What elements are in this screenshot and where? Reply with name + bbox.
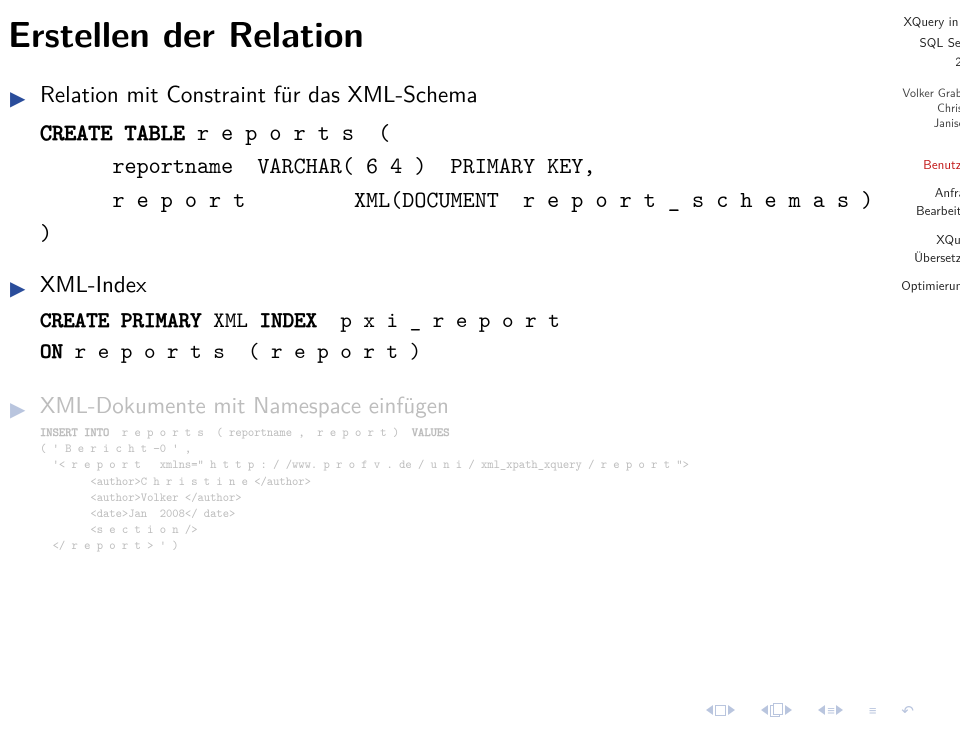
nav-section[interactable]: ≡: [818, 701, 843, 720]
next-frame-icon: [728, 705, 735, 715]
sidebar: XQuery in MS SQL Server 2005 Volker Grab…: [893, 0, 960, 735]
nav-benutzung[interactable]: Benutzung: [901, 156, 960, 174]
item1-text: Relation mit Constraint für das XML-Sche…: [40, 76, 478, 110]
page-title: Erstellen der Relation: [0, 0, 873, 78]
code-insert: INSERT INTO r e p o r t s ( reportname ,…: [40, 424, 873, 554]
kw-xml: XML: [213, 305, 248, 334]
frame-icon: [715, 705, 726, 716]
item2-text: XML-Index: [40, 266, 147, 300]
kw-create-primary: CREATE PRIMARY: [40, 305, 213, 334]
sidebar-title-2: SQL Server 2005: [901, 33, 960, 71]
next-sub-icon: [785, 705, 792, 715]
nav-doc[interactable]: ≡: [869, 701, 876, 720]
sidebar-nav: Benutzung Anfrage- Bearbeitung XQuery- Ü…: [901, 156, 960, 295]
author-2: Christine Janischek: [901, 100, 960, 130]
nav-xquery-l2: Übersetzung: [914, 248, 960, 267]
sidebar-authors: Volker Grabsch, Christine Janischek: [901, 85, 960, 130]
back-arrow-icon: ↶: [901, 699, 914, 721]
lines-icon: ≡: [827, 701, 834, 720]
prev-frame-icon: [706, 705, 713, 715]
lines-icon: ≡: [869, 701, 876, 720]
nav-back[interactable]: ↶: [901, 699, 914, 721]
triangle-bullet-icon: ▶: [10, 274, 25, 301]
kw-on: ON: [40, 336, 63, 365]
c3l7: <s e c t i o n />: [40, 521, 198, 537]
code-create-index: CREATE PRIMARY XML INDEX p x i _ r e p o…: [40, 305, 873, 367]
footer-nav: ≡ ≡ ↶: [706, 699, 914, 721]
c3l5: <author>Volker </author>: [40, 489, 242, 505]
c2l1d: p x i _ r e p o r t: [317, 305, 560, 334]
c1l2: reportname VARCHAR( 6 4 ) PRIMARY KEY,: [40, 151, 595, 181]
triangle-bullet-icon: ▶: [10, 395, 25, 422]
nav-optimierungen[interactable]: Optimierungen: [901, 277, 960, 295]
bullet-item-1: ▶ Relation mit Constraint für das XML-Sc…: [40, 78, 873, 250]
c1l3: r e p o r t XML(DOCUMENT r e p o r t _ s…: [40, 185, 873, 215]
triangle-bullet-icon: ▶: [10, 84, 25, 111]
c3l8: </ r e p o r t > ' ): [40, 537, 179, 553]
stack-icon: [770, 703, 783, 717]
c3l4: <author>C h r i s t i n e </author>: [40, 473, 311, 489]
nav-frame[interactable]: [706, 705, 735, 716]
c3l2: ( ' B e r i c h t −0 ' ,: [40, 440, 191, 456]
nav-xquery[interactable]: XQuery- Übersetzung: [901, 231, 960, 267]
c1l1b: r e p o r t s (: [185, 118, 390, 148]
c3l6: <date>Jan 2008</ date>: [40, 505, 235, 521]
main-column: Erstellen der Relation ▶ Relation mit Co…: [0, 0, 893, 735]
nav-anfrage[interactable]: Anfrage- Bearbeitung: [901, 184, 960, 220]
sidebar-title-1: XQuery in MS: [901, 12, 960, 31]
kw-index: INDEX: [248, 305, 317, 334]
c3l1r: r e p o r t s ( reportname , r e p o r t…: [109, 424, 411, 440]
bullet-item-2: ▶ XML-Index CREATE PRIMARY XML INDEX p x…: [40, 268, 873, 367]
c3l3: '< r e p o r t xmlns=" h t t p : / /www.…: [40, 456, 689, 472]
slide: Erstellen der Relation ▶ Relation mit Co…: [0, 0, 960, 735]
kw-values: VALUES: [412, 424, 450, 440]
c2l2b: r e p o r t s ( r e p o r t ): [63, 336, 421, 365]
prev-sec-icon: [818, 705, 825, 715]
nav-anfrage-l2: Bearbeitung: [916, 201, 960, 220]
nav-xquery-l1: XQuery-: [936, 230, 960, 249]
item3-text: XML-Dokumente mit Namespace einfügen: [40, 387, 449, 421]
next-sec-icon: [836, 705, 843, 715]
prev-sub-icon: [761, 705, 768, 715]
code-create-table: CREATE TABLE r e p o r t s ( reportname …: [40, 117, 873, 250]
kw-insert: INSERT INTO: [40, 424, 109, 440]
nav-subsection[interactable]: [761, 703, 792, 717]
c1l4: ): [40, 218, 52, 248]
kw-create-table: CREATE TABLE: [40, 118, 185, 148]
nav-anfrage-l1: Anfrage-: [935, 183, 960, 202]
bullet-item-3: ▶ XML-Dokumente mit Namespace einfügen I…: [40, 389, 873, 554]
content: ▶ Relation mit Constraint für das XML-Sc…: [0, 78, 873, 554]
